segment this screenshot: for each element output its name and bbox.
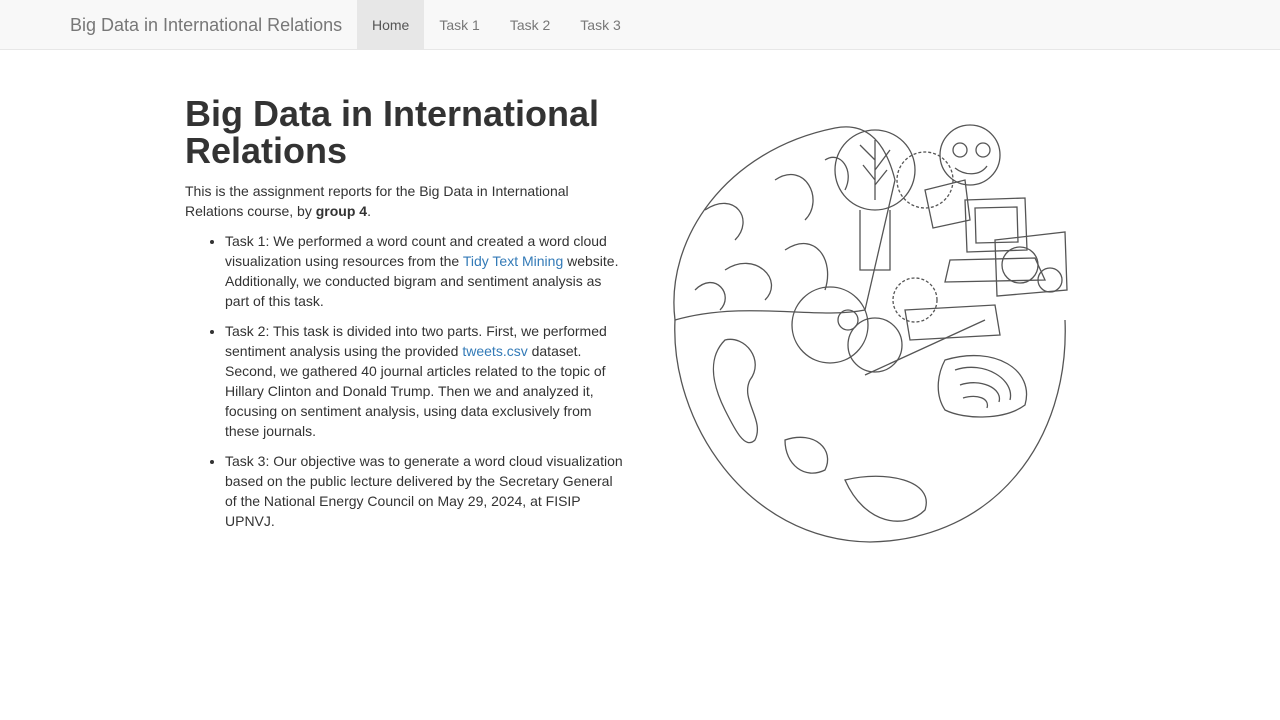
navbar-brand[interactable]: Big Data in International Relations bbox=[70, 15, 342, 35]
tab-home-link[interactable]: Home bbox=[357, 0, 425, 49]
fingerprint bbox=[937, 355, 1028, 418]
camera-lens bbox=[1001, 246, 1039, 284]
task-item-1: Task 1: We performed a word count and cr… bbox=[225, 231, 625, 311]
continent-south bbox=[784, 436, 829, 474]
globe-outline bbox=[674, 319, 1066, 543]
tab-home[interactable]: Home bbox=[357, 0, 425, 49]
ruler-line bbox=[864, 319, 986, 376]
sun-gear bbox=[896, 151, 954, 209]
continent-americas bbox=[712, 338, 758, 444]
task-list: Task 1: We performed a word count and cr… bbox=[185, 231, 625, 531]
fingerprint-ridges bbox=[954, 366, 1012, 409]
brain-outline bbox=[673, 126, 896, 321]
smiley-eye-left bbox=[952, 142, 968, 158]
nav-tabs: Home Task 1 Task 2 Task 3 bbox=[357, 0, 636, 50]
smiley-face bbox=[939, 124, 1001, 186]
smiley-eye-right bbox=[975, 142, 991, 158]
tidy-text-mining-link[interactable]: Tidy Text Mining bbox=[463, 253, 563, 269]
intro-text: This is the assignment reports for the B… bbox=[185, 183, 569, 219]
gear-circle bbox=[847, 317, 903, 373]
task-item-3: Task 3: Our objective was to generate a … bbox=[225, 451, 625, 531]
intro-group-name: group 4 bbox=[315, 203, 368, 219]
navbar: Big Data in International Relations Home… bbox=[0, 0, 1280, 50]
brain-globe-illustration bbox=[665, 120, 1075, 550]
dice bbox=[924, 179, 971, 229]
tree-in-bulb bbox=[859, 140, 891, 200]
main-content: Big Data in International Relations This… bbox=[185, 95, 625, 541]
computer-keyboard bbox=[944, 257, 1047, 283]
continent-antarctic bbox=[844, 475, 927, 522]
tab-task-1-link[interactable]: Task 1 bbox=[424, 0, 494, 49]
smiley-mouth bbox=[954, 165, 988, 175]
tab-task-3[interactable]: Task 3 bbox=[565, 0, 635, 40]
task-3-text: Task 3: Our objective was to generate a … bbox=[225, 453, 623, 529]
intro-end: . bbox=[367, 203, 371, 219]
tab-task-1[interactable]: Task 1 bbox=[424, 0, 494, 40]
tab-task-2-link[interactable]: Task 2 bbox=[495, 0, 565, 49]
cog-wheel bbox=[892, 277, 938, 323]
camera-body bbox=[994, 231, 1068, 297]
tab-task-2[interactable]: Task 2 bbox=[495, 0, 565, 40]
page-title: Big Data in International Relations bbox=[185, 93, 600, 171]
intro-paragraph: This is the assignment reports for the B… bbox=[185, 181, 625, 221]
brain-globe-drawing bbox=[673, 124, 1068, 543]
tab-task-3-link[interactable]: Task 3 bbox=[565, 0, 635, 49]
task-item-2: Task 2: This task is divided into two pa… bbox=[225, 321, 625, 441]
tweets-csv-link[interactable]: tweets.csv bbox=[462, 343, 527, 359]
